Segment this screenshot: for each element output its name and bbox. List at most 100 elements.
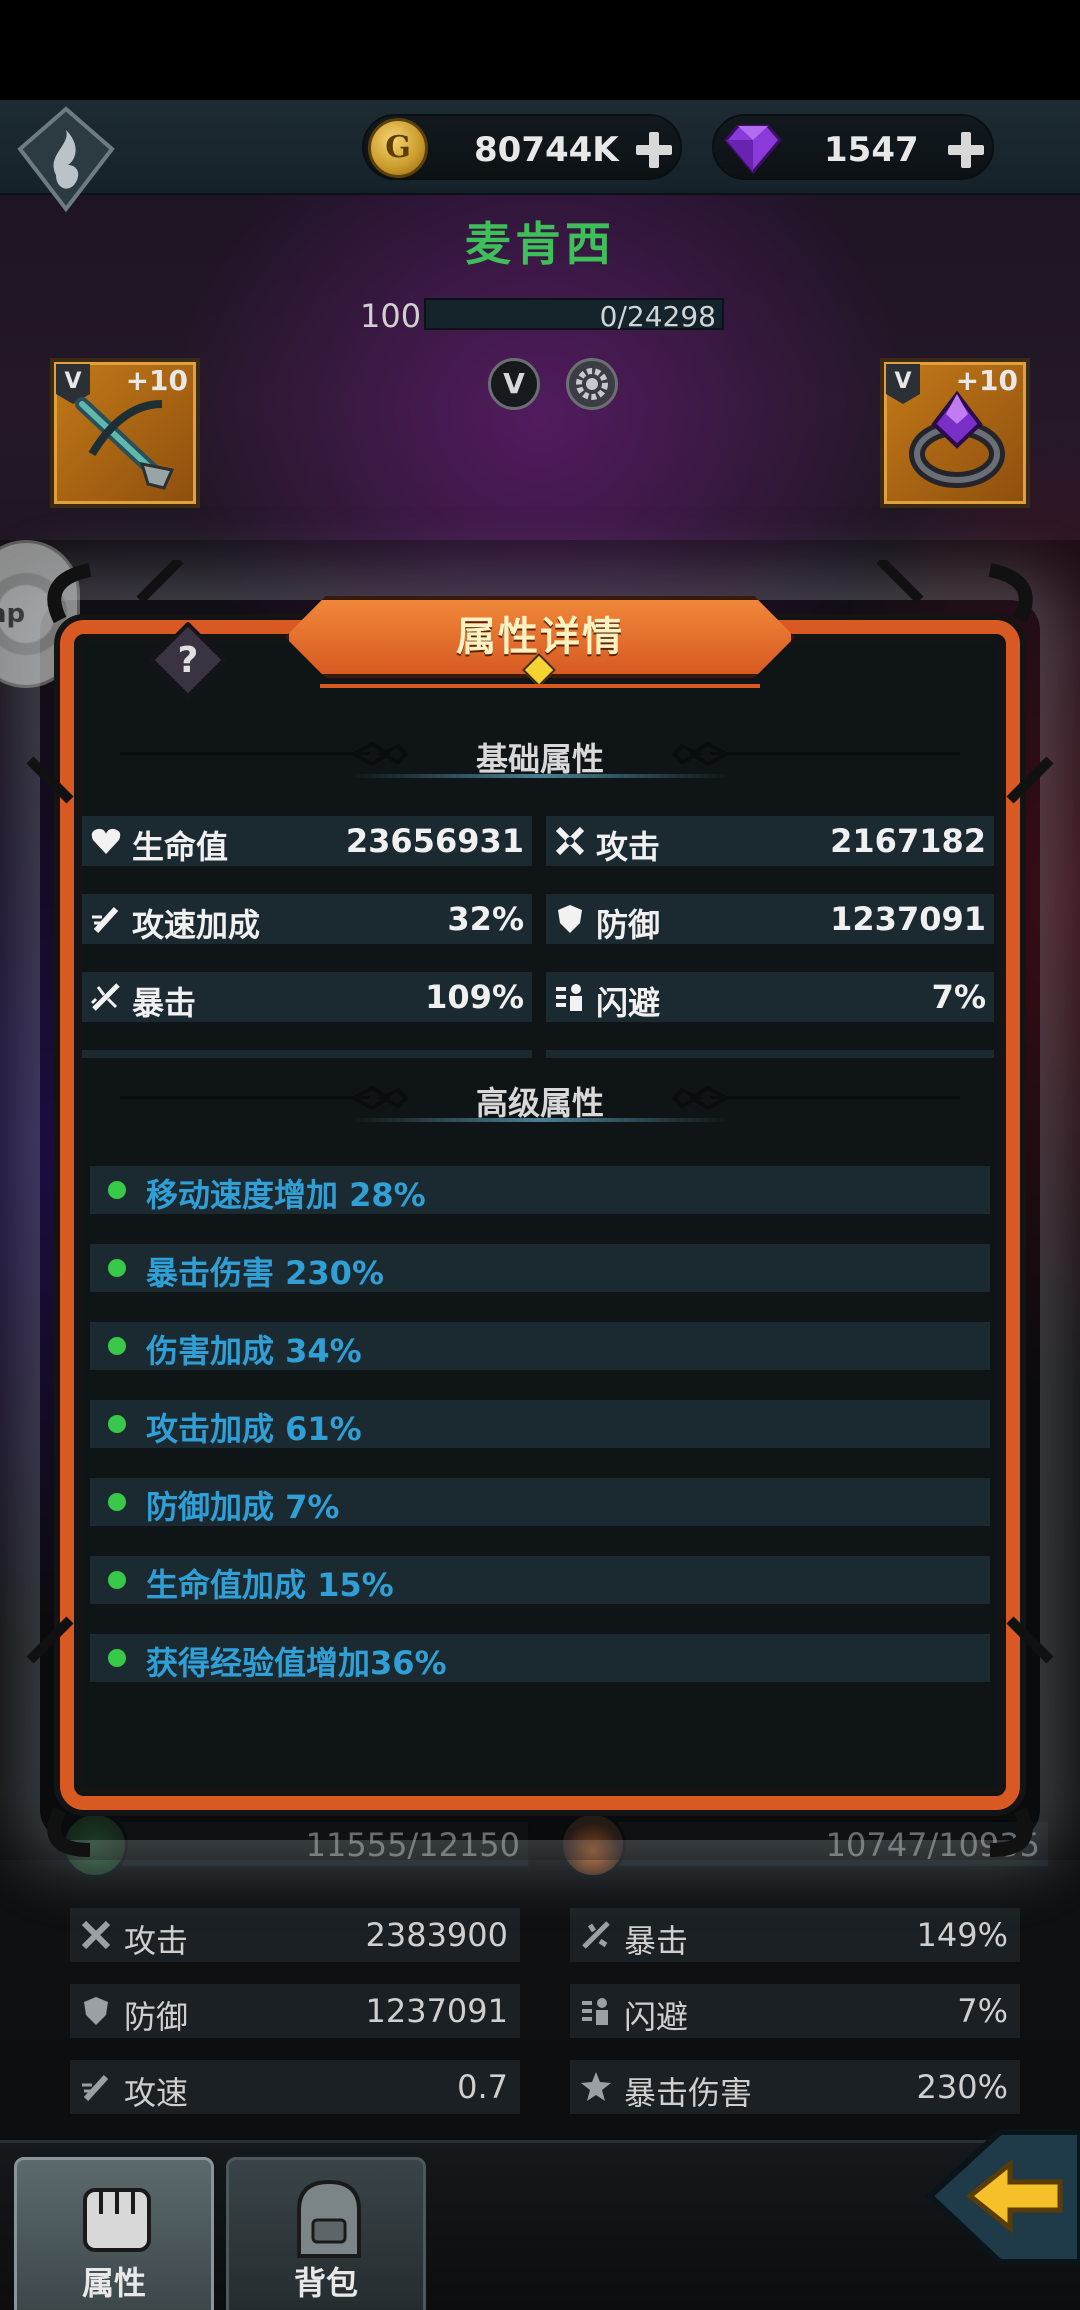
bullet-dot: [108, 1415, 126, 1433]
stat-label: 闪避: [596, 984, 661, 1022]
bullet-dot: [108, 1337, 126, 1355]
stat-label: 攻击: [124, 1922, 189, 1960]
advanced-stat-row: 伤害加成 34%: [90, 1322, 990, 1370]
title-underline: [320, 684, 760, 688]
gem-amount: 1547: [824, 130, 919, 170]
stat-value: 23656931: [345, 822, 524, 860]
gold-amount: 80744K: [474, 130, 619, 170]
stat-value: 0.7: [457, 2068, 508, 2106]
settings-button[interactable]: [566, 358, 618, 410]
stat-label: 暴击: [132, 984, 197, 1022]
stat-value: 109%: [425, 978, 524, 1016]
attack-speed-icon: [82, 2074, 109, 2102]
stat-value: 1237091: [830, 900, 986, 938]
backpack-icon: [297, 2179, 361, 2258]
dodge-icon: [556, 984, 582, 1011]
stat-row: 暴击伤害 230%: [570, 2060, 1020, 2114]
advanced-stat-row: 移动速度增加 28%: [90, 1166, 990, 1214]
bullet-dot: [108, 1493, 126, 1511]
advanced-stat-text: 生命值加成 15%: [146, 1566, 394, 1604]
advanced-stat-text: 伤害加成 34%: [146, 1332, 362, 1370]
advanced-attributes-header: 高级属性: [120, 1070, 960, 1126]
stat-value: 2383900: [365, 1916, 508, 1954]
help-icon[interactable]: ?: [150, 622, 226, 698]
clan-emblem-icon[interactable]: [16, 105, 116, 215]
xp-text: 0/24298: [599, 300, 716, 333]
purple-gem-icon: [724, 124, 782, 174]
stat-row: 暴击 149%: [570, 1908, 1020, 1962]
bullet-dot: [108, 1181, 126, 1199]
scroll-cutoff-row: [82, 1050, 532, 1058]
ring-icon: [909, 390, 1005, 488]
crit-icon: [90, 983, 120, 1011]
gold-counter: G 80744K: [362, 114, 682, 180]
basic-stat-hp: 生命值 23656931: [82, 816, 532, 866]
advanced-stat-row: 防御加成 7%: [90, 1478, 990, 1526]
tab-backpack[interactable]: 背包: [226, 2157, 426, 2310]
stat-value: 230%: [916, 2068, 1008, 2106]
shield-icon: [84, 1997, 108, 2025]
bullet-dot: [108, 1571, 126, 1589]
basic-stat-defense: 防御 1237091: [546, 894, 994, 944]
basic-attributes-header: 基础属性: [120, 726, 960, 782]
shield-icon: [558, 905, 582, 933]
stat-label: 暴击伤害: [624, 2074, 753, 2112]
stat-label: 攻速: [124, 2074, 189, 2112]
fist-icon: [83, 2188, 151, 2252]
heart-icon: [91, 828, 121, 854]
add-gems-button[interactable]: [946, 130, 986, 170]
advanced-stat-text: 移动速度增加 28%: [146, 1176, 426, 1214]
stat-value: 7%: [957, 1992, 1008, 2030]
stat-value: 2167182: [830, 822, 986, 860]
stat-label: 攻击: [596, 828, 661, 866]
basic-stat-dodge: 闪避 7%: [546, 972, 994, 1022]
stat-label: 闪避: [624, 1998, 689, 2036]
crossbow-icon: [75, 397, 175, 490]
svg-text:?: ?: [178, 640, 199, 681]
character-stats-panel: 11555/12150 10747/10935 攻击 2383900 暴击 14…: [40, 1812, 1050, 2120]
advanced-stat-text: 攻击加成 61%: [146, 1410, 362, 1448]
tab-attributes-label: 属性: [81, 2264, 146, 2302]
stat-value: 1237091: [365, 1992, 508, 2030]
tab-attributes[interactable]: 属性: [14, 2157, 214, 2310]
basic-stat-crit: 暴击 109%: [82, 972, 532, 1022]
scroll-cutoff-row: [546, 1050, 994, 1058]
stat-label: 生命值: [132, 828, 229, 866]
advanced-stat-text: 防御加成 7%: [146, 1488, 340, 1526]
crit-damage-icon: [581, 2072, 611, 2101]
dodge-icon: [582, 1998, 608, 2025]
ring-slot[interactable]: V +10: [880, 358, 1030, 508]
gem-counter: 1547: [712, 114, 994, 180]
stat-label: 攻速加成: [132, 906, 261, 944]
advanced-stat-row: 暴击伤害 230%: [90, 1244, 990, 1292]
add-gold-button[interactable]: [634, 130, 674, 170]
stat-value: 32%: [447, 900, 524, 938]
attack-speed-icon: [92, 906, 119, 934]
stat-row: 防御 1237091: [70, 1984, 520, 2038]
vip-button[interactable]: V: [488, 358, 540, 410]
advanced-stat-text: 暴击伤害 230%: [146, 1254, 385, 1292]
basic-stat-attack-speed: 攻速加成 32%: [82, 894, 532, 944]
weapon-slot[interactable]: V +10: [50, 358, 200, 508]
attack-icon: [81, 1920, 111, 1950]
basic-stat-attack: 攻击 2167182: [546, 816, 994, 866]
crit-icon: [582, 1921, 610, 1949]
advanced-stat-row: 攻击加成 61%: [90, 1400, 990, 1448]
back-arrow-icon[interactable]: [900, 2112, 1080, 2280]
advanced-stat-text: 获得经验值增加36%: [146, 1644, 447, 1682]
attack-icon: [555, 826, 585, 856]
bullet-dot: [108, 1259, 126, 1277]
stat-row: 攻击 2383900: [70, 1908, 520, 1962]
stat-row: 闪避 7%: [570, 1984, 1020, 2038]
character-level: 100: [360, 297, 422, 335]
advanced-stat-row: 获得经验值增加36%: [90, 1634, 990, 1682]
stat-label: 防御: [124, 1998, 189, 2036]
gear-icon: [576, 368, 608, 400]
stat-row: 攻速 0.7: [70, 2060, 520, 2114]
stat-label: 防御: [596, 906, 661, 944]
stat-label: 暴击: [624, 1922, 689, 1960]
stat-value: 7%: [931, 978, 986, 1016]
advanced-stat-row: 生命值加成 15%: [90, 1556, 990, 1604]
xp-bar: 0/24298: [424, 298, 724, 333]
tab-backpack-label: 背包: [293, 2264, 358, 2302]
